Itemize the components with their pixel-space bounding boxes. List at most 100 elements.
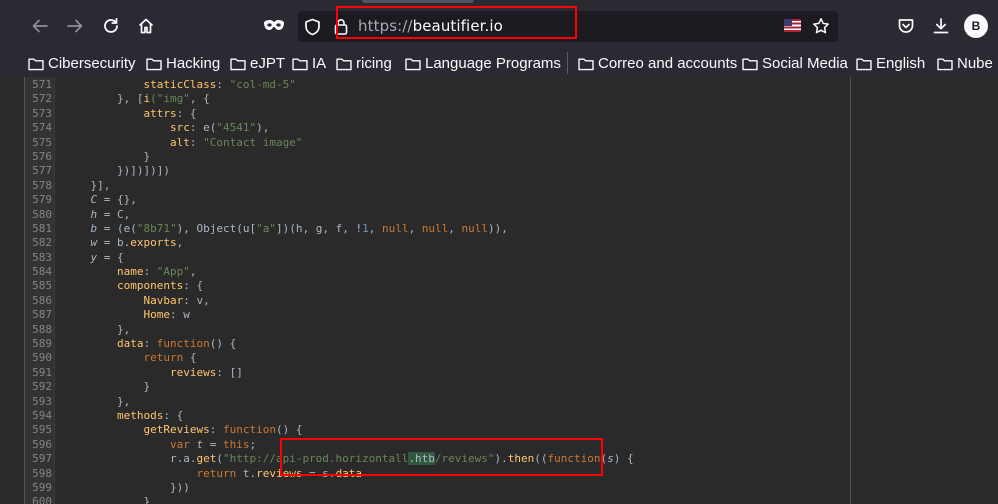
bookmark-folder[interactable]: Cibersecurity [28,50,136,77]
code-text: Navbar: v, [143,293,210,307]
code-lines: 571 staticClass: "col-md-5" 572 }, [i("i… [25,78,850,504]
folder-icon [28,58,44,70]
code-line: 578 }], [25,178,850,193]
code-line: 596 var t = this; [25,438,850,452]
line-number: 592 [32,380,52,394]
reload-button[interactable] [97,12,125,40]
code-line: 574 src: e("4541"), [25,121,850,135]
code-text: reviews: [] [169,365,243,379]
bookmark-folder[interactable]: Correo and accounts [578,50,737,77]
code-line: 593 }, [25,394,850,409]
code-text: name: "App", [116,265,197,279]
code-line: 571 staticClass: "col-md-5" [25,78,850,92]
code-line: 583 y = { [25,250,850,265]
line-number: 587 [32,308,52,322]
code-line: 597 r.a.get("http://api-prod.horizontall… [25,452,850,466]
code-line: 592 } [25,380,850,394]
line-number: 581 [32,221,52,235]
folder-icon [336,58,352,70]
bookmark-folder[interactable]: Nube [937,50,993,77]
line-number: 593 [32,394,52,408]
line-number: 590 [32,351,52,365]
bookmarks-toolbar: Cibersecurity Hacking eJPT IA ricing Lan… [0,50,998,77]
line-number: 574 [32,121,52,135]
us-flag-icon[interactable] [784,19,801,32]
downloads-button[interactable] [927,12,955,40]
code-line: 590 return { [25,351,850,365]
line-number: 572 [32,92,52,106]
search-match-highlight: .htb [408,452,435,466]
bookmark-folder[interactable]: IA [292,50,326,77]
line-number: 573 [32,106,52,120]
bookmark-label: English [876,55,926,72]
url-text[interactable]: https://beautifier.io [358,17,503,35]
home-button[interactable] [132,12,160,40]
bookmark-label: Cibersecurity [48,55,136,72]
bookmark-label: IA [312,55,327,72]
line-number: 575 [32,135,52,149]
bookmark-folder[interactable]: Language Programs [405,50,561,77]
bookmark-folder[interactable]: ricing [336,50,392,77]
code-line: 587 Home: w [25,308,850,322]
line-number: 583 [32,250,52,264]
code-text: methods: { [116,408,184,422]
profile-avatar-icon[interactable]: B [964,14,988,38]
code-line: 573 attrs: { [25,106,850,121]
folder-icon [405,58,421,70]
code-line: 579 C = {}, [25,193,850,207]
code-text: components: { [116,279,204,293]
line-number: 585 [32,279,52,293]
back-arrow-icon [32,19,48,33]
code-text: C = {}, [90,193,137,207]
page-content: 571 staticClass: "col-md-5" 572 }, [i("i… [0,77,998,504]
bookmarks-separator [567,52,568,74]
bookmark-folder[interactable]: English [856,50,925,77]
private-mask-icon [264,20,284,30]
code-text: return t.reviews = s.data [196,466,363,480]
bookmark-folder[interactable]: Hacking [146,50,220,77]
line-number: 594 [32,408,52,422]
code-line: 594 methods: { [25,408,850,423]
bookmark-folder[interactable]: Social Media [742,50,848,77]
line-number: 577 [32,164,52,178]
download-icon [933,18,949,34]
code-line: 586 Navbar: v, [25,293,850,308]
bookmark-folder[interactable]: eJPT [230,50,285,77]
code-text: h = C, [90,207,131,221]
tracking-protection-button[interactable] [304,18,321,40]
line-number: 579 [32,193,52,207]
pocket-icon [898,19,914,33]
code-text: alt: "Contact image" [169,135,303,149]
code-editor[interactable]: 571 staticClass: "col-md-5" 572 }, [i("i… [24,77,851,504]
code-text: getReviews: function() { [143,423,303,437]
line-number: 571 [32,78,52,91]
lock-icon [334,19,348,35]
line-number: 595 [32,423,52,437]
back-button[interactable] [26,12,54,40]
code-text: attrs: { [143,106,197,120]
bookmark-star-button[interactable] [812,17,830,39]
code-text: }, [i("img", { [116,92,210,106]
folder-icon [742,58,758,70]
browser-toolbar: https://beautifier.io B [0,0,998,50]
code-text: src: e("4541"), [169,121,270,135]
code-text: } [143,495,151,504]
code-text: w = b.exports, [90,236,184,250]
site-info-button[interactable] [334,18,348,39]
forward-button[interactable] [61,12,89,40]
code-line: 584 name: "App", [25,265,850,279]
code-text: return { [143,351,197,365]
line-number: 578 [32,178,52,192]
code-line: 591 reviews: [] [25,365,850,380]
code-line: 575 alt: "Contact image" [25,135,850,150]
folder-icon [856,58,872,70]
code-text: } [143,149,151,163]
tab-strip-edge[interactable] [362,0,474,3]
bookmark-label: eJPT [250,55,286,72]
line-number: 582 [32,236,52,250]
pocket-button[interactable] [892,12,920,40]
code-text: }, [116,322,131,336]
url-bar[interactable]: https://beautifier.io [298,11,838,42]
bookmark-label: Hacking [166,55,221,72]
code-text: })])])]) [116,164,170,178]
